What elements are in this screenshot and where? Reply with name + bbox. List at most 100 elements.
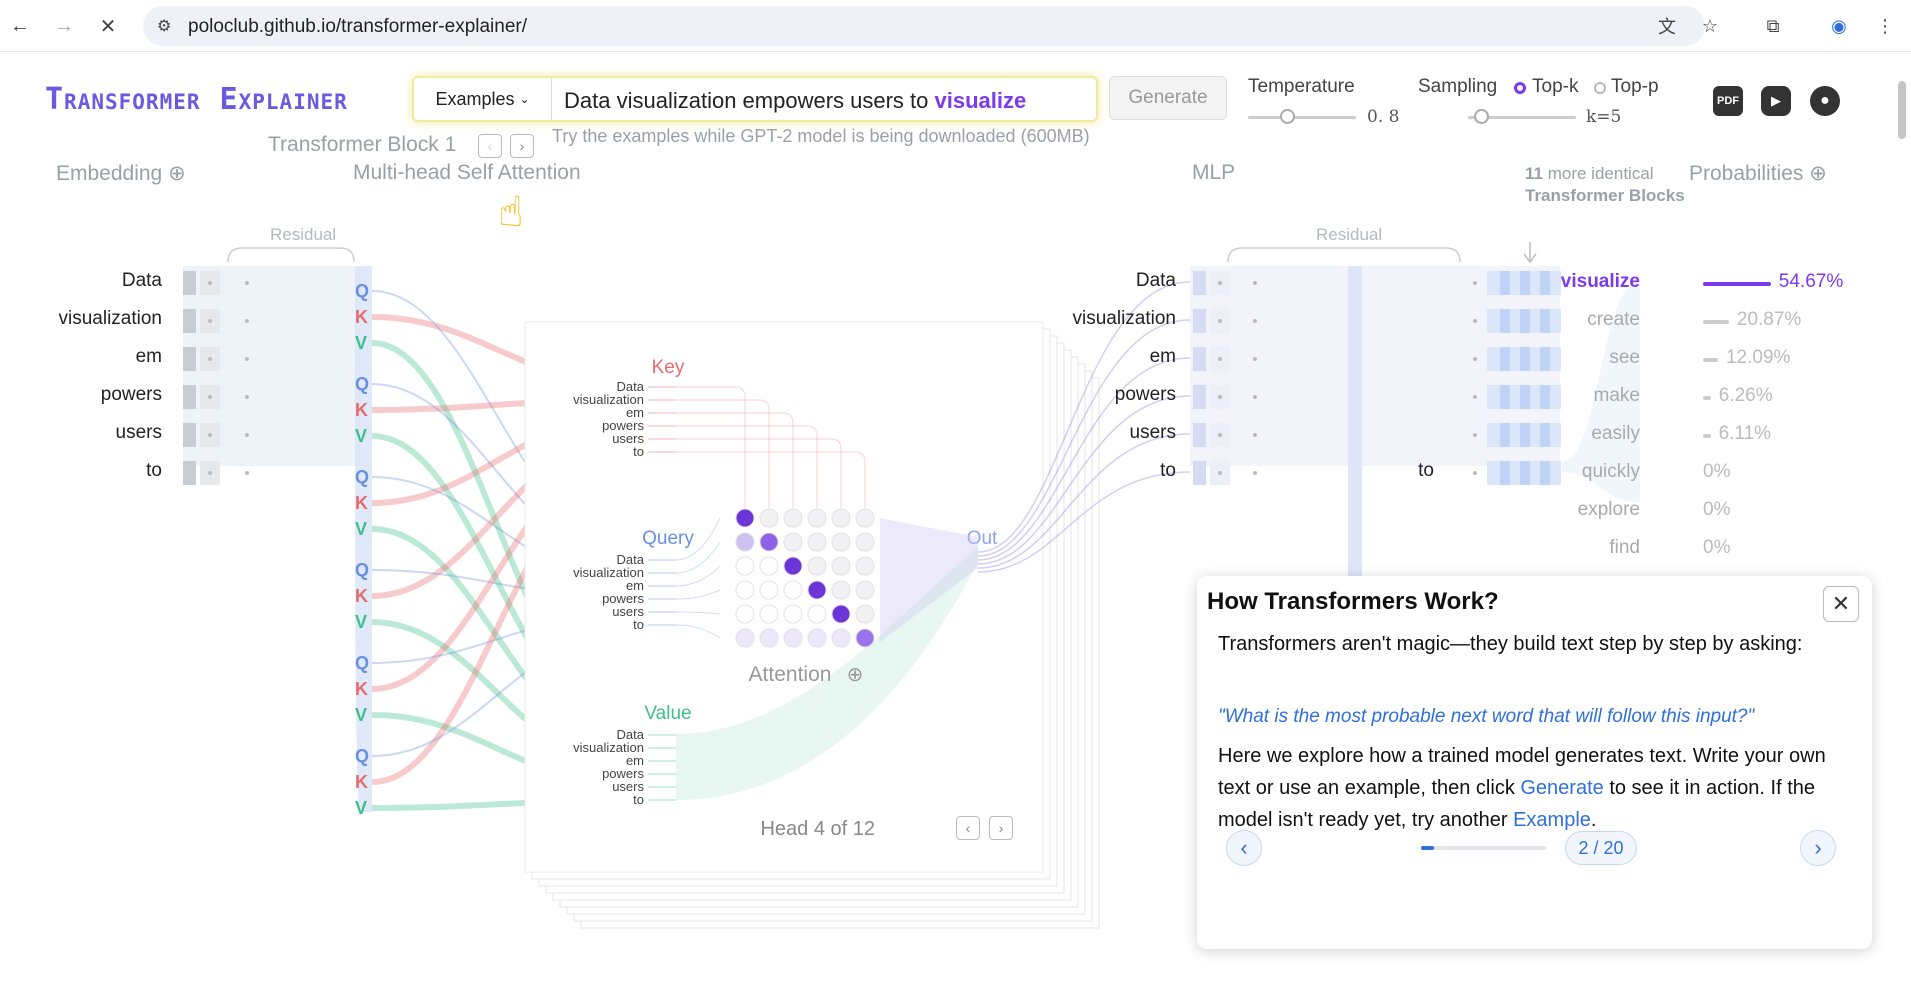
mlp-cell bbox=[1193, 347, 1206, 371]
mlp-token[interactable]: to bbox=[1036, 460, 1176, 482]
page-scrollbar[interactable] bbox=[1895, 66, 1907, 988]
mlp-dot bbox=[1473, 471, 1477, 475]
example-link[interactable]: Example bbox=[1513, 809, 1591, 831]
prob-word[interactable]: visualize bbox=[1520, 271, 1640, 293]
prob-percent: 12.09% bbox=[1725, 347, 1791, 368]
mlp-current-token: to bbox=[1418, 460, 1434, 481]
embedding-token[interactable]: to bbox=[22, 460, 162, 482]
embedding-dot bbox=[208, 281, 212, 285]
prob-word[interactable]: create bbox=[1520, 309, 1640, 331]
block-cell-stripe bbox=[1500, 347, 1510, 371]
block-cell-stripe bbox=[1500, 461, 1510, 485]
embedding-dot bbox=[245, 281, 249, 285]
embedding-dot bbox=[245, 319, 249, 323]
embedding-cell bbox=[183, 385, 196, 409]
qkv-letter: Q bbox=[355, 467, 369, 487]
mlp-dot bbox=[1473, 395, 1477, 399]
tour-prev-button[interactable]: ‹ bbox=[1226, 830, 1262, 866]
block-cell-stripe bbox=[1500, 385, 1510, 409]
prob-word[interactable]: make bbox=[1520, 385, 1640, 407]
prob-word[interactable]: easily bbox=[1520, 423, 1640, 445]
prob-bar bbox=[1703, 434, 1711, 438]
block-cell-stripe bbox=[1500, 309, 1510, 333]
qkv-letter: Q bbox=[355, 560, 369, 580]
mlp-cell bbox=[1193, 385, 1206, 409]
extensions-icon[interactable]: ⧉ bbox=[1761, 14, 1785, 38]
prob-word[interactable]: explore bbox=[1520, 499, 1640, 521]
qkv-letter: K bbox=[355, 586, 368, 606]
qkv-letter: K bbox=[355, 772, 368, 792]
embedding-token[interactable]: Data bbox=[22, 270, 162, 292]
qkv-letter: K bbox=[355, 493, 368, 513]
menu-icon[interactable]: ⋮ bbox=[1873, 14, 1897, 38]
embedding-token[interactable]: powers bbox=[22, 384, 162, 406]
mlp-dot bbox=[1253, 319, 1257, 323]
qkv-letter: V bbox=[355, 519, 367, 539]
block-cell-stripe bbox=[1500, 271, 1510, 295]
mlp-dot bbox=[1253, 395, 1257, 399]
mlp-token[interactable]: Data bbox=[1036, 270, 1176, 292]
embedding-token[interactable]: visualization bbox=[22, 308, 163, 330]
forward-icon[interactable]: → bbox=[50, 12, 78, 40]
embedding-cell bbox=[183, 423, 196, 447]
block-cell-stripe bbox=[1500, 423, 1510, 447]
mlp-dot bbox=[1473, 433, 1477, 437]
back-icon[interactable]: ← bbox=[6, 12, 34, 40]
tour-title: How Transformers Work? bbox=[1207, 588, 1499, 615]
tour-paragraph-1: Transformers aren't magic—they build tex… bbox=[1218, 633, 1803, 655]
mlp-cell bbox=[1193, 461, 1206, 485]
mlp-token[interactable]: em bbox=[1036, 346, 1176, 368]
embedding-dot bbox=[208, 433, 212, 437]
prob-bar bbox=[1703, 320, 1729, 324]
bookmark-star-icon[interactable]: ☆ bbox=[1698, 14, 1722, 38]
embedding-dot bbox=[245, 433, 249, 437]
prob-percent: 0% bbox=[1703, 461, 1731, 482]
address-bar[interactable]: ⚙ poloclub.github.io/transformer-explain… bbox=[143, 6, 1718, 46]
site-settings-icon[interactable]: ⚙ bbox=[157, 16, 171, 36]
prob-word[interactable]: see bbox=[1520, 347, 1640, 369]
tour-page-indicator: 2 / 20 bbox=[1565, 831, 1637, 865]
mlp-dot bbox=[1218, 395, 1222, 399]
prob-percent: 0% bbox=[1703, 499, 1731, 520]
mlp-dot bbox=[1218, 357, 1222, 361]
mlp-dot bbox=[1218, 319, 1222, 323]
mlp-cell bbox=[1193, 423, 1206, 447]
qkv-letter: V bbox=[355, 612, 367, 632]
prob-word[interactable]: find bbox=[1520, 537, 1640, 559]
arrow-down-icon bbox=[1523, 242, 1537, 264]
attention-head-panel[interactable]: ‹ › bbox=[525, 220, 1043, 866]
tour-progress-bar bbox=[1421, 846, 1546, 850]
scrollbar-thumb[interactable] bbox=[1898, 81, 1906, 139]
prob-percent: 20.87% bbox=[1736, 309, 1802, 330]
prob-word[interactable]: quickly bbox=[1520, 461, 1640, 483]
mlp-dot bbox=[1473, 319, 1477, 323]
mlp-dot bbox=[1253, 433, 1257, 437]
embedding-dot bbox=[208, 395, 212, 399]
stop-icon[interactable]: ✕ bbox=[94, 12, 122, 40]
profile-icon[interactable]: ◉ bbox=[1827, 14, 1851, 38]
qkv-letter: K bbox=[355, 400, 368, 420]
tour-question-text: "What is the most probable next word tha… bbox=[1218, 706, 1755, 727]
mlp-token[interactable]: powers bbox=[1036, 384, 1176, 406]
embedding-cell bbox=[183, 309, 196, 333]
mlp-token[interactable]: visualization bbox=[1036, 308, 1177, 330]
qkv-letter: Q bbox=[355, 374, 369, 394]
embedding-token[interactable]: em bbox=[22, 346, 162, 368]
embedding-dot bbox=[245, 357, 249, 361]
close-icon[interactable]: ✕ bbox=[1823, 586, 1859, 622]
qkv-letter: V bbox=[355, 705, 367, 725]
mlp-dot bbox=[1218, 471, 1222, 475]
tour-next-button[interactable]: › bbox=[1800, 830, 1836, 866]
embedding-cell bbox=[183, 271, 196, 295]
prev-head-button[interactable]: ‹ bbox=[956, 816, 980, 840]
embedding-dot bbox=[208, 319, 212, 323]
prob-bar bbox=[1703, 358, 1718, 362]
prob-percent: 6.11% bbox=[1718, 423, 1772, 444]
mlp-token[interactable]: users bbox=[1036, 422, 1176, 444]
qkv-letter: V bbox=[355, 426, 367, 446]
embedding-token[interactable]: users bbox=[22, 422, 162, 444]
translate-icon[interactable]: 文 bbox=[1655, 14, 1679, 38]
generate-link[interactable]: Generate bbox=[1520, 777, 1603, 799]
pointer-hand-icon: ☝ bbox=[498, 188, 524, 235]
next-head-button[interactable]: › bbox=[989, 816, 1013, 840]
